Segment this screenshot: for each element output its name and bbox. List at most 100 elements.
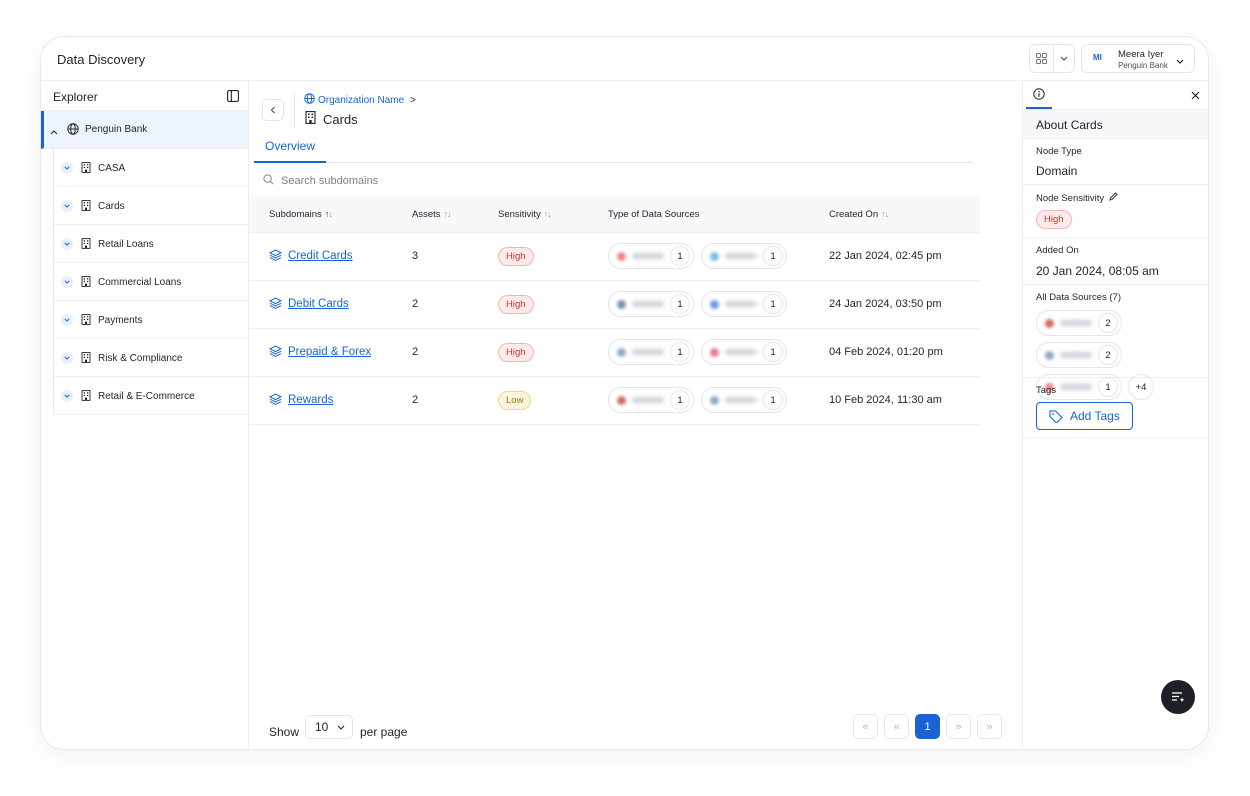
data-source-name-redacted xyxy=(632,253,664,259)
data-source-name-redacted xyxy=(725,349,757,355)
data-source-pill[interactable]: 1 xyxy=(608,339,694,365)
assets-count: 2 xyxy=(412,376,498,425)
data-source-pill[interactable]: 1 xyxy=(701,291,787,317)
sensitivity-badge: High xyxy=(498,246,534,266)
breadcrumb[interactable]: Organization Name > xyxy=(304,93,416,107)
tree-item-label: Commercial Loans xyxy=(98,277,182,288)
tree-item-label: Retail & E-Commerce xyxy=(98,391,195,402)
column-header-sensitivity[interactable]: Sensitivity ↑↓ xyxy=(498,197,608,233)
subdomains-table: Subdomains ↑↓ Assets ↑↓ Sensitivity ↑↓ Type… xyxy=(249,197,980,425)
node-type-value: Domain xyxy=(1036,164,1078,178)
close-icon[interactable] xyxy=(1191,89,1200,103)
expand-chevron-icon[interactable] xyxy=(61,314,73,326)
data-source-count: 1 xyxy=(670,342,690,362)
breadcrumb-separator: > xyxy=(410,94,416,106)
sort-icon: ↑↓ xyxy=(881,208,889,219)
tree-root-penguin-bank[interactable]: Penguin Bank xyxy=(41,111,248,149)
add-tags-button[interactable]: Add Tags xyxy=(1036,402,1133,430)
data-source-pill[interactable]: 2 xyxy=(1036,310,1122,336)
tree-item-label: Retail Loans xyxy=(98,239,154,250)
table-row[interactable]: Credit Cards 3 High 1 1 22 Jan 2024, 02:45 pm xyxy=(249,232,980,281)
assistant-fab-button[interactable] xyxy=(1161,680,1195,714)
subdomain-link[interactable]: Debit Cards xyxy=(268,296,349,312)
page-button-current[interactable]: 1 xyxy=(915,714,940,739)
collapse-panel-icon[interactable] xyxy=(227,90,239,105)
expand-chevron-icon[interactable] xyxy=(61,390,73,402)
all-data-sources-label: All Data Sources (7) xyxy=(1036,292,1122,303)
page-title: Cards xyxy=(305,111,358,127)
per-page-value: 10 xyxy=(315,720,329,734)
added-on-value: 20 Jan 2024, 08:05 am xyxy=(1036,264,1159,278)
added-on-label: Added On xyxy=(1036,245,1079,256)
layers-icon xyxy=(268,248,283,264)
data-source-pill[interactable]: 1 xyxy=(608,243,694,269)
data-source-pill[interactable]: 2 xyxy=(1036,342,1122,368)
table-row[interactable]: Rewards 2 Low 1 1 10 Feb 2024, 11:30 am xyxy=(249,376,980,425)
data-source-pill[interactable]: 1 xyxy=(701,243,787,269)
tree-item-retail-loans[interactable]: Retail Loans xyxy=(53,225,248,263)
layers-icon xyxy=(268,392,283,408)
column-header-subdomains[interactable]: Subdomains ↑↓ xyxy=(249,197,412,233)
search-input[interactable] xyxy=(281,175,581,187)
building-icon xyxy=(305,111,316,127)
tree-item-retail-e-commerce[interactable]: Retail & E-Commerce xyxy=(53,377,248,415)
data-sources-list: 11 xyxy=(608,339,829,365)
tag-icon xyxy=(1049,409,1063,423)
globe-icon xyxy=(67,123,79,138)
main-content: Organization Name > Cards Overview Subdo… xyxy=(249,81,1022,749)
tree-item-cards[interactable]: Cards xyxy=(53,187,248,225)
next-page-button[interactable]: » xyxy=(946,714,971,739)
data-source-count: 1 xyxy=(763,294,783,314)
grid-icon xyxy=(1030,45,1054,72)
tree-item-payments[interactable]: Payments xyxy=(53,301,248,339)
expand-chevron-icon[interactable] xyxy=(61,352,73,364)
per-page-select[interactable]: 10 xyxy=(305,715,353,739)
tree-item-commercial-loans[interactable]: Commercial Loans xyxy=(53,263,248,301)
pencil-icon[interactable] xyxy=(1109,192,1118,204)
data-sources-list: 11 xyxy=(608,387,829,413)
chevron-up-icon[interactable] xyxy=(50,124,58,138)
layers-icon xyxy=(268,344,283,360)
node-type-label: Node Type xyxy=(1036,146,1082,157)
first-page-button[interactable]: « xyxy=(853,714,878,739)
column-header-assets[interactable]: Assets ↑↓ xyxy=(412,197,498,233)
breadcrumb-org-link[interactable]: Organization Name xyxy=(318,95,404,106)
prev-page-button[interactable]: « xyxy=(884,714,909,739)
data-source-pill[interactable]: 1 xyxy=(701,387,787,413)
chevron-down-icon xyxy=(1054,56,1074,61)
sparkle-list-icon xyxy=(1172,692,1185,703)
column-header-created-on[interactable]: Created On ↑↓ xyxy=(829,197,980,233)
info-tab[interactable] xyxy=(1026,81,1052,109)
expand-chevron-icon[interactable] xyxy=(61,276,73,288)
tags-section: Tags Add Tags xyxy=(1023,378,1208,438)
chevron-down-icon xyxy=(1176,53,1184,67)
expand-chevron-icon[interactable] xyxy=(61,200,73,212)
tree-item-casa[interactable]: CASA xyxy=(53,149,248,187)
app-switcher-button[interactable] xyxy=(1029,44,1075,73)
subdomain-link[interactable]: Rewards xyxy=(268,392,333,408)
data-source-pill[interactable]: 1 xyxy=(608,387,694,413)
subdomain-link[interactable]: Prepaid & Forex xyxy=(268,344,371,360)
data-source-count: 1 xyxy=(763,390,783,410)
user-org: Penguin Bank xyxy=(1118,61,1168,70)
tree-item-risk-compliance[interactable]: Risk & Compliance xyxy=(53,339,248,377)
data-source-pill[interactable]: 1 xyxy=(701,339,787,365)
assets-count: 3 xyxy=(412,232,498,281)
table-row[interactable]: Debit Cards 2 High 1 1 24 Jan 2024, 03:50 pm xyxy=(249,280,980,329)
data-source-name-redacted xyxy=(725,397,757,403)
back-button[interactable] xyxy=(262,99,284,121)
table-header-row: Subdomains ↑↓ Assets ↑↓ Sensitivity ↑↓ Type… xyxy=(249,197,980,233)
data-source-name-redacted xyxy=(725,253,757,259)
data-source-pill[interactable]: 1 xyxy=(608,291,694,317)
user-menu-button[interactable]: MI Meera Iyer Penguin Bank xyxy=(1081,44,1195,73)
expand-chevron-icon[interactable] xyxy=(61,238,73,250)
tab-overview[interactable]: Overview xyxy=(254,139,327,163)
expand-chevron-icon[interactable] xyxy=(61,162,73,174)
search-bar xyxy=(249,165,979,197)
last-page-button[interactable]: » xyxy=(977,714,1002,739)
subdomain-link[interactable]: Credit Cards xyxy=(268,248,353,264)
node-sensitivity-badge: High xyxy=(1036,210,1072,229)
created-on: 04 Feb 2024, 01:20 pm xyxy=(829,328,980,377)
table-row[interactable]: Prepaid & Forex 2 High 1 1 04 Feb 2024, 01:20… xyxy=(249,328,980,377)
building-icon xyxy=(81,314,91,328)
